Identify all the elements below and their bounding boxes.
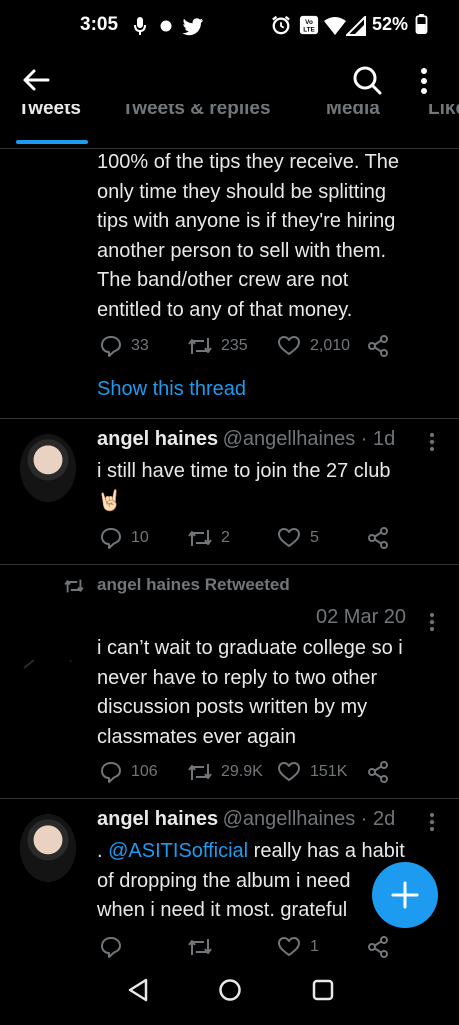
retweet-icon[interactable] <box>187 762 213 782</box>
tab-tweets-replies[interactable]: Tweets & replies <box>122 104 271 120</box>
reply-count: 33 <box>131 337 149 354</box>
tweet-actions: 10 2 5 <box>97 525 397 551</box>
compose-tweet-button[interactable] <box>372 862 438 928</box>
tweet-more-icon[interactable] <box>428 432 436 452</box>
back-arrow-icon[interactable] <box>22 68 50 92</box>
like-count: 2,010 <box>310 337 351 354</box>
tweet-actions: 1 <box>97 934 397 958</box>
reply-icon[interactable] <box>100 936 122 958</box>
tweet-text: i still have time to join the 27 club 🤘🏻 <box>97 457 442 516</box>
retweeted-by[interactable]: angel haines Retweeted <box>97 575 290 595</box>
share-icon[interactable] <box>367 335 389 357</box>
share-icon[interactable] <box>367 527 389 549</box>
avatar[interactable] <box>20 646 76 714</box>
reply-icon[interactable] <box>100 335 122 357</box>
tweet-divider <box>0 418 459 419</box>
status-bar: 3:05 Vo LTE 52% <box>0 0 459 52</box>
battery-percent: 52% <box>372 14 409 34</box>
retweet-icon[interactable] <box>187 336 213 356</box>
tweet-more-icon[interactable] <box>428 612 436 632</box>
tweet-date: 02 Mar 20 <box>316 606 407 628</box>
reply-count: 106 <box>131 763 158 780</box>
tweet-divider <box>0 564 459 565</box>
plus-icon <box>391 881 419 909</box>
battery-icon <box>415 14 428 34</box>
like-count: 1 <box>310 938 319 955</box>
share-icon[interactable] <box>367 936 389 958</box>
emoji: 🤘🏻 <box>97 489 122 512</box>
show-thread-link[interactable]: Show this thread <box>97 375 246 405</box>
active-tab-indicator <box>16 140 88 144</box>
dot-icon <box>160 20 172 32</box>
nav-home-icon[interactable] <box>218 978 242 1002</box>
like-icon[interactable] <box>278 937 300 957</box>
nav-recents-icon[interactable] <box>312 979 334 1001</box>
reply-icon[interactable] <box>100 761 122 783</box>
tweet-text: i can’t wait to graduate college so i ne… <box>97 637 403 748</box>
tab-media[interactable]: Media <box>326 104 380 120</box>
alarm-icon <box>272 15 290 35</box>
reply-count: 10 <box>131 529 149 546</box>
nav-back-icon[interactable] <box>127 978 149 1002</box>
like-icon[interactable] <box>278 762 300 782</box>
user-handle: @angellhaines · 2d <box>222 808 396 830</box>
retweet-count: 29.9K <box>221 763 263 780</box>
svg-text:LTE: LTE <box>303 26 315 33</box>
tweet-text: 100% of the tips they receive. The only … <box>97 151 400 321</box>
mic-icon <box>134 17 146 35</box>
tab-tweets[interactable]: Tweets <box>18 104 81 120</box>
app-bar <box>0 52 459 112</box>
system-nav-bar <box>0 960 459 1025</box>
more-vert-icon[interactable] <box>418 66 430 96</box>
retweet-icon[interactable] <box>187 528 213 548</box>
reply-icon[interactable] <box>100 527 122 549</box>
status-time: 3:05 <box>80 14 119 35</box>
like-count: 151K <box>310 763 348 780</box>
tweet-actions: 106 29.9K 151K <box>97 759 397 785</box>
tweet-divider <box>0 798 459 799</box>
avatar[interactable] <box>20 814 76 882</box>
avatar[interactable] <box>20 434 76 502</box>
retweet-icon[interactable] <box>187 937 213 957</box>
svg-text:Vo: Vo <box>305 19 313 26</box>
tab-likes[interactable]: Likes <box>428 104 459 120</box>
tweet-actions: 33 235 2,010 <box>97 333 397 359</box>
like-icon[interactable] <box>278 336 300 356</box>
like-count: 5 <box>310 529 319 546</box>
avatar-placeholder-icon <box>23 659 76 669</box>
share-icon[interactable] <box>367 761 389 783</box>
like-icon[interactable] <box>278 528 300 548</box>
profile-tabs: Tweets Tweets & replies Media Likes <box>0 104 459 149</box>
twitter-icon <box>182 18 204 36</box>
user-name[interactable]: angel haines <box>97 428 218 450</box>
mention-link[interactable]: @ASITISofficial <box>108 840 248 862</box>
volte-icon: Vo LTE <box>299 15 319 35</box>
tweet-header: angel haines @angellhaines · 2d <box>97 808 427 838</box>
retweeted-icon <box>64 579 84 593</box>
signal-icon <box>346 16 366 36</box>
retweet-count: 235 <box>221 337 248 354</box>
user-handle: @angellhaines · 1d <box>222 428 396 450</box>
tweet-more-icon[interactable] <box>428 812 436 832</box>
user-name[interactable]: angel haines <box>97 808 218 830</box>
search-icon[interactable] <box>352 65 382 95</box>
retweet-count: 2 <box>221 529 230 546</box>
tweet-header: angel haines @angellhaines · 1d <box>97 428 427 458</box>
wifi-icon <box>324 17 346 35</box>
